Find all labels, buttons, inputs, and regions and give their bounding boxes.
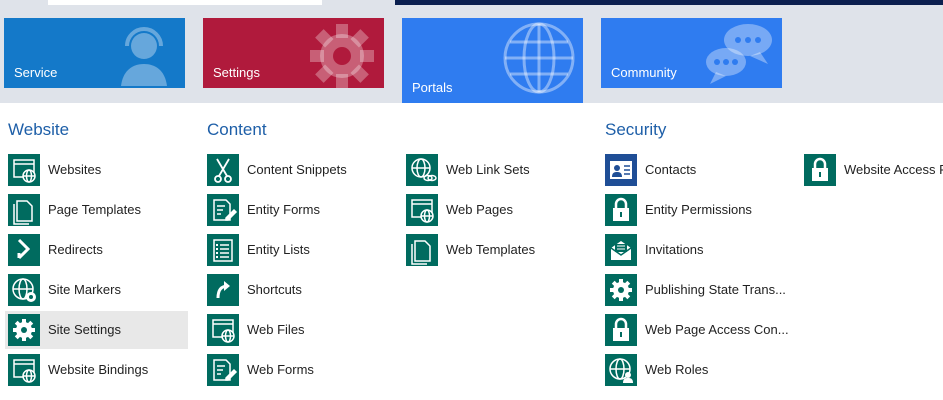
menu-item-label: Web Pages: [446, 202, 513, 217]
menu-item-label: Websites: [48, 162, 102, 177]
list-icon: [207, 234, 239, 266]
menu-item-label: Invitations: [645, 242, 704, 257]
web-file-icon: [207, 314, 239, 346]
redirect-arrow-icon: [8, 234, 40, 266]
menu-item-web-pages[interactable]: Web Pages: [403, 191, 583, 229]
menu-item-label: Contacts: [645, 162, 697, 177]
top-strip-dark: [395, 0, 943, 5]
menu-item-label: Redirects: [48, 242, 103, 257]
envelope-icon: [605, 234, 637, 266]
tile-portals[interactable]: Portals: [402, 18, 583, 103]
menu-item-web-forms[interactable]: Web Forms: [204, 351, 384, 389]
tile-settings-label: Settings: [213, 65, 260, 80]
globe-link-icon: [406, 154, 438, 186]
menu-item-label: Publishing State Trans...: [645, 282, 786, 297]
web-page-icon: [406, 194, 438, 226]
menu-item-content-snippets[interactable]: Content Snippets: [204, 151, 384, 189]
menu-item-label: Web Files: [247, 322, 305, 337]
contact-card-icon: [605, 154, 637, 186]
shortcut-arrow-icon: [207, 274, 239, 306]
menu-item-web-files[interactable]: Web Files: [204, 311, 384, 349]
menu-item-page-templates[interactable]: Page Templates: [5, 191, 185, 229]
menu-item-label: Site Settings: [48, 322, 121, 337]
website-globe-icon: [8, 354, 40, 386]
tile-portals-label: Portals: [412, 80, 453, 95]
menu-item-label: Entity Forms: [247, 202, 320, 217]
menu-item-label: Content Snippets: [247, 162, 347, 177]
top-strip-light: [48, 0, 322, 5]
menu-item-site-markers[interactable]: Site Markers: [5, 271, 185, 309]
menu-item-label: Entity Lists: [247, 242, 310, 257]
gear-icon: [8, 314, 40, 346]
menu-item-label: Web Forms: [247, 362, 314, 377]
tile-community-label: Community: [611, 65, 677, 80]
menu-item-label: Website Bindings: [48, 362, 149, 377]
menu-item-shortcuts[interactable]: Shortcuts: [204, 271, 384, 309]
lock-icon: [605, 194, 637, 226]
menu-item-site-settings[interactable]: Site Settings: [5, 311, 188, 349]
menu-item-entity-lists[interactable]: Entity Lists: [204, 231, 384, 269]
gear-icon: [310, 24, 374, 88]
menu-item-publishing-state-transitions[interactable]: Publishing State Trans...: [602, 271, 786, 309]
menu-item-entity-forms[interactable]: Entity Forms: [204, 191, 384, 229]
person-headset-icon: [121, 27, 167, 86]
menu-item-websites[interactable]: Websites: [5, 151, 185, 189]
tile-community[interactable]: Community: [601, 18, 782, 88]
globe-person-icon: [605, 354, 637, 386]
menu-item-label: Web Link Sets: [446, 162, 530, 177]
page-template-icon: [8, 194, 40, 226]
menu-item-contacts[interactable]: Contacts: [602, 151, 782, 189]
tile-settings[interactable]: Settings: [203, 18, 384, 88]
menu-item-web-link-sets[interactable]: Web Link Sets: [403, 151, 583, 189]
globe-marker-icon: [8, 274, 40, 306]
tile-service[interactable]: Service: [4, 18, 185, 88]
menu-item-label: Web Templates: [446, 242, 536, 257]
menu-item-entity-permissions[interactable]: Entity Permissions: [602, 191, 782, 229]
menu-item-label: Entity Permissions: [645, 202, 752, 217]
section-title-security: Security: [605, 120, 667, 139]
form-edit-icon: [207, 194, 239, 226]
menu-item-invitations[interactable]: Invitations: [602, 231, 782, 269]
section-title-website: Website: [8, 120, 70, 139]
chat-bubbles-icon: [706, 24, 772, 84]
menu-item-label: Web Roles: [645, 362, 709, 377]
menu-item-web-page-access-control[interactable]: Web Page Access Con...: [602, 311, 789, 349]
page-template-icon: [406, 234, 438, 266]
menu-item-web-roles[interactable]: Web Roles: [602, 351, 782, 389]
section-title-content: Content: [207, 120, 267, 139]
scissors-icon: [207, 154, 239, 186]
tile-service-label: Service: [14, 65, 58, 80]
menu-item-label: Page Templates: [48, 202, 141, 217]
gear-icon: [605, 274, 637, 306]
form-edit-icon: [207, 354, 239, 386]
menu-item-label: Website Access P: [844, 162, 943, 177]
menu-item-redirects[interactable]: Redirects: [5, 231, 185, 269]
website-globe-icon: [8, 154, 40, 186]
menu-item-label: Site Markers: [48, 282, 121, 297]
menu-item-website-access-permissions[interactable]: Website Access P: [801, 151, 943, 189]
menu-item-web-templates[interactable]: Web Templates: [403, 231, 583, 269]
menu-item-website-bindings[interactable]: Website Bindings: [5, 351, 185, 389]
menu-item-label: Shortcuts: [247, 282, 302, 297]
lock-icon: [804, 154, 836, 186]
lock-icon: [605, 314, 637, 346]
menu-item-label: Web Page Access Con...: [645, 322, 789, 337]
globe-icon: [503, 22, 575, 94]
